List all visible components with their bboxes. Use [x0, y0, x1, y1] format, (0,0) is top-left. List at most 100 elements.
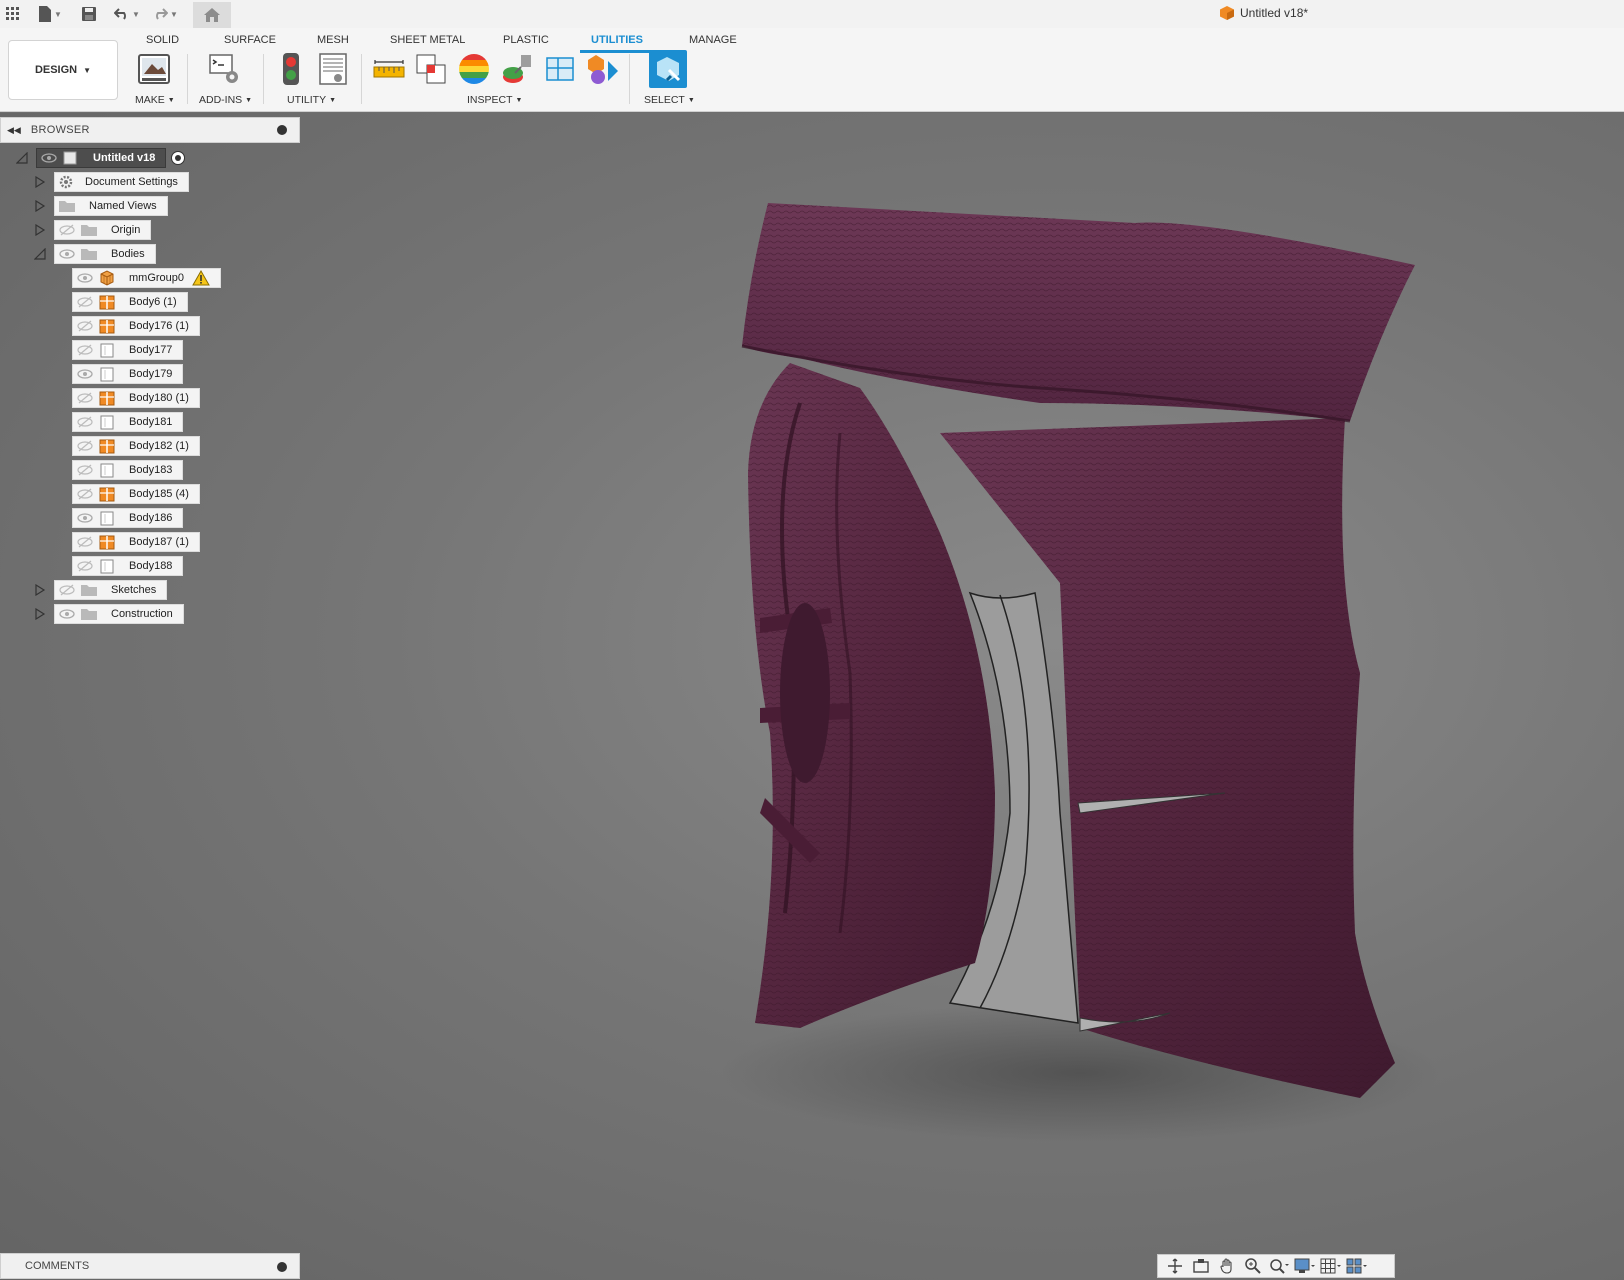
- redo-icon[interactable]: ▼: [152, 4, 178, 24]
- tree-item-pill[interactable]: Origin: [54, 220, 152, 240]
- eye-hidden-icon[interactable]: [77, 344, 93, 356]
- zoom-icon[interactable]: [1242, 1257, 1264, 1275]
- tab-sheet-metal[interactable]: SHEET METAL: [390, 34, 465, 46]
- body-item-pill[interactable]: Body185 (4): [72, 484, 200, 504]
- tab-plastic[interactable]: PLASTIC: [503, 34, 549, 46]
- warning-icon[interactable]: [192, 270, 210, 286]
- body-list-item[interactable]: mmGroup0: [72, 268, 222, 288]
- eye-hidden-icon[interactable]: [77, 536, 93, 548]
- eye-icon[interactable]: [59, 608, 75, 620]
- utility-menu[interactable]: UTILITY ▼: [287, 94, 336, 106]
- pan-hand-icon[interactable]: [1216, 1257, 1238, 1275]
- tree-item-named-views[interactable]: Named Views: [34, 196, 168, 216]
- body-list-item[interactable]: Body187 (1): [72, 532, 200, 552]
- eye-hidden-icon[interactable]: [77, 392, 93, 404]
- curvature-zebra-tool[interactable]: [457, 52, 491, 86]
- draft-analysis-tool[interactable]: [500, 52, 534, 86]
- eye-icon[interactable]: [77, 368, 93, 380]
- expand-triangle-icon[interactable]: [34, 584, 46, 596]
- body-list-item[interactable]: Body177: [72, 340, 184, 360]
- tab-manage[interactable]: MANAGE: [689, 34, 737, 46]
- workspace-switcher-button[interactable]: DESIGN ▼: [8, 40, 118, 100]
- tree-item-pill[interactable]: Bodies: [54, 244, 156, 264]
- tree-item-origin[interactable]: Origin: [34, 220, 152, 240]
- look-at-icon[interactable]: [1190, 1257, 1212, 1275]
- grid-settings-icon[interactable]: [1320, 1257, 1342, 1275]
- eye-icon[interactable]: [77, 512, 93, 524]
- tree-item-pill[interactable]: Sketches: [54, 580, 168, 600]
- eye-hidden-icon[interactable]: [77, 464, 93, 476]
- tree-item-pill[interactable]: Document Settings: [54, 172, 189, 192]
- body-list-item[interactable]: Body182 (1): [72, 436, 200, 456]
- body-list-item[interactable]: Body180 (1): [72, 388, 200, 408]
- measure-tool[interactable]: [372, 52, 406, 86]
- body-list-item[interactable]: Body6 (1): [72, 292, 188, 312]
- eye-hidden-icon[interactable]: [77, 560, 93, 572]
- tree-item-document-settings[interactable]: Document Settings: [34, 172, 189, 192]
- eye-hidden-icon[interactable]: [59, 584, 75, 596]
- body-list-item[interactable]: Body185 (4): [72, 484, 200, 504]
- expand-triangle-icon[interactable]: [34, 200, 46, 212]
- eye-hidden-icon[interactable]: [77, 296, 93, 308]
- app-grid-icon[interactable]: [6, 4, 20, 24]
- tree-item-bodies[interactable]: Bodies: [34, 244, 156, 264]
- activate-radio-icon[interactable]: [170, 150, 186, 166]
- eye-hidden-icon[interactable]: [77, 440, 93, 452]
- collapse-triangle-icon[interactable]: [16, 152, 28, 164]
- eye-icon[interactable]: [77, 272, 93, 284]
- root-component[interactable]: Untitled v18: [36, 148, 167, 168]
- body-list-item[interactable]: Body183: [72, 460, 184, 480]
- body-list-item[interactable]: Body179: [72, 364, 184, 384]
- body-item-pill[interactable]: Body186: [72, 508, 184, 528]
- body-list-item[interactable]: Body176 (1): [72, 316, 200, 336]
- inspect-menu[interactable]: INSPECT ▼: [467, 94, 522, 106]
- home-tab[interactable]: [193, 2, 231, 28]
- display-settings-icon[interactable]: [1294, 1257, 1316, 1275]
- body-item-pill[interactable]: Body177: [72, 340, 184, 360]
- comments-panel-header[interactable]: COMMENTS: [0, 1253, 300, 1279]
- tab-mesh[interactable]: MESH: [317, 34, 349, 46]
- body-item-pill[interactable]: Body188: [72, 556, 184, 576]
- browser-minimize-icon[interactable]: [277, 125, 287, 135]
- viewports-icon[interactable]: [1346, 1257, 1368, 1275]
- interference-tool[interactable]: [414, 52, 448, 86]
- body-item-pill[interactable]: Body183: [72, 460, 184, 480]
- body-item-pill[interactable]: Body6 (1): [72, 292, 188, 312]
- save-icon[interactable]: [82, 4, 96, 24]
- expand-triangle-icon[interactable]: [34, 224, 46, 236]
- orbit-icon[interactable]: [1164, 1257, 1186, 1275]
- tree-item-pill[interactable]: Construction: [54, 604, 184, 624]
- eye-icon[interactable]: [41, 152, 57, 164]
- tree-item-pill[interactable]: Named Views: [54, 196, 168, 216]
- tree-item-construction[interactable]: Construction: [34, 604, 184, 624]
- zoom-window-icon[interactable]: [1268, 1257, 1290, 1275]
- tab-surface[interactable]: SURFACE: [224, 34, 276, 46]
- body-item-pill[interactable]: Body182 (1): [72, 436, 200, 456]
- body-item-pill[interactable]: Body181: [72, 412, 184, 432]
- addins-menu[interactable]: ADD-INS ▼: [199, 94, 252, 106]
- expand-triangle-icon[interactable]: [34, 176, 46, 188]
- body-item-pill[interactable]: Body179: [72, 364, 184, 384]
- make-3d-print-tool[interactable]: [137, 52, 171, 86]
- tree-root[interactable]: Untitled v18: [16, 148, 186, 168]
- eye-hidden-icon[interactable]: [77, 488, 93, 500]
- tab-utilities[interactable]: UTILITIES: [591, 34, 643, 46]
- tree-item-sketches[interactable]: Sketches: [34, 580, 168, 600]
- select-menu[interactable]: SELECT ▼: [644, 94, 695, 106]
- body-item-pill[interactable]: Body180 (1): [72, 388, 200, 408]
- tab-solid[interactable]: SOLID: [146, 34, 179, 46]
- section-analysis-tool[interactable]: [543, 52, 577, 86]
- make-menu[interactable]: MAKE ▼: [135, 94, 175, 106]
- parameters-tool[interactable]: [316, 52, 350, 86]
- canvas-viewport[interactable]: [0, 113, 1624, 1280]
- component-color-tool[interactable]: [586, 52, 620, 86]
- body-item-pill[interactable]: Body176 (1): [72, 316, 200, 336]
- add-comment-icon[interactable]: [277, 1262, 287, 1272]
- expand-triangle-icon[interactable]: [34, 608, 46, 620]
- select-tool[interactable]: [649, 50, 687, 88]
- body-list-item[interactable]: Body186: [72, 508, 184, 528]
- eye-hidden-icon[interactable]: [77, 320, 93, 332]
- file-menu-icon[interactable]: ▼: [38, 4, 62, 24]
- body-item-pill[interactable]: mmGroup0: [72, 268, 222, 288]
- eye-icon[interactable]: [59, 248, 75, 260]
